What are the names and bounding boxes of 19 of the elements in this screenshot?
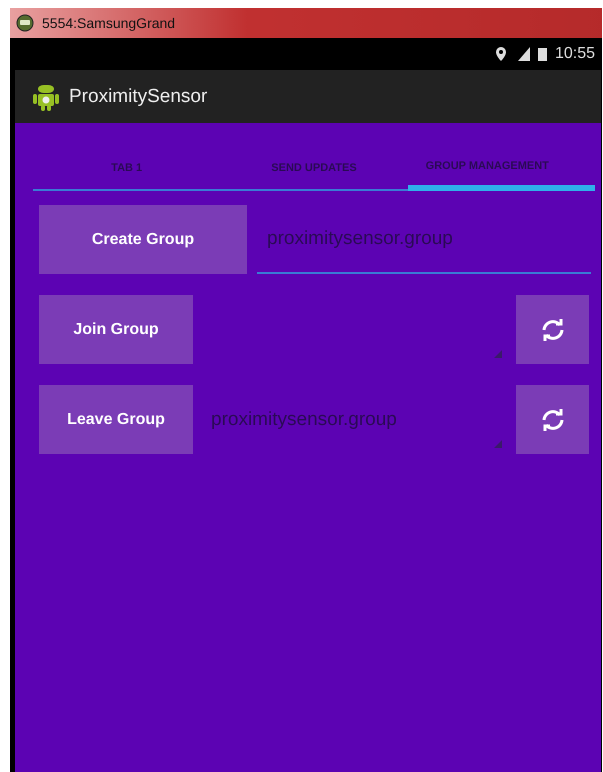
battery-icon	[538, 47, 547, 61]
dropdown[interactable]: proximitysensor.group	[203, 385, 506, 454]
action-button[interactable]: Join Group	[39, 295, 193, 364]
action-button[interactable]: Leave Group	[39, 385, 193, 454]
tab[interactable]: TAB 1	[33, 147, 220, 191]
window-title: 5554:SamsungGrand	[42, 15, 176, 31]
refresh-button[interactable]	[516, 295, 589, 364]
location-pin-icon	[496, 47, 506, 61]
action-button[interactable]: Create Group	[39, 205, 247, 274]
dropdown-corner-icon	[494, 440, 502, 448]
tab[interactable]: GROUP MANAGEMENT	[408, 147, 595, 191]
dropdown-corner-icon	[494, 350, 502, 358]
input-field[interactable]: proximitysensor.group	[257, 205, 591, 274]
refresh-button[interactable]	[516, 385, 589, 454]
emulator-icon	[16, 14, 34, 32]
tab[interactable]: SEND UPDATES	[220, 147, 408, 191]
app-title: ProximitySensor	[69, 86, 208, 108]
clock: 10:55	[554, 45, 595, 63]
android-icon	[33, 82, 59, 110]
